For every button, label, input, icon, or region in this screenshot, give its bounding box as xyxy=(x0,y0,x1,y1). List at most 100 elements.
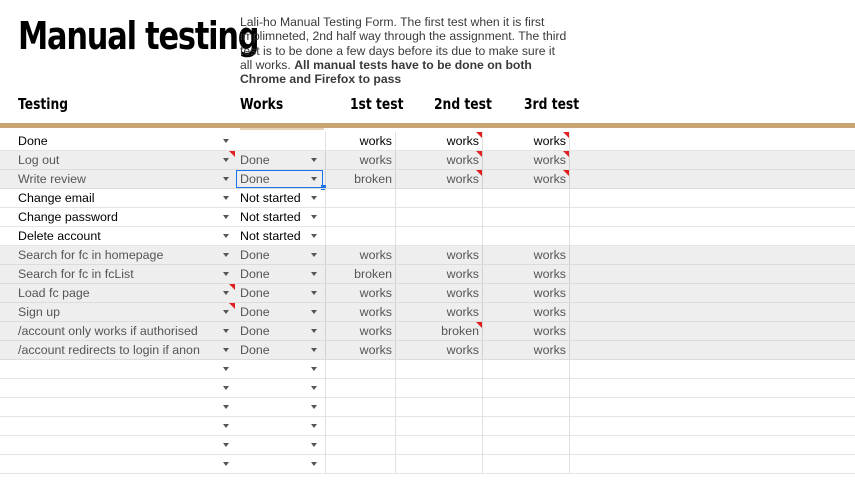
table-row[interactable] xyxy=(0,360,855,379)
chevron-down-icon[interactable] xyxy=(311,196,317,200)
test-name-cell[interactable] xyxy=(18,417,223,435)
table-row[interactable]: Change password Not started xyxy=(0,208,855,227)
chevron-down-icon[interactable] xyxy=(223,215,229,219)
table-row[interactable]: /account redirects to login if anon Done w… xyxy=(0,341,855,360)
cell-note-indicator-icon[interactable] xyxy=(229,303,235,309)
chevron-down-icon[interactable] xyxy=(223,291,229,295)
chevron-down-icon[interactable] xyxy=(223,253,229,257)
third-test-cell[interactable]: works xyxy=(482,170,566,188)
test-name-cell[interactable]: Load fc page xyxy=(18,284,223,302)
first-test-cell[interactable]: works xyxy=(325,322,392,340)
second-test-cell[interactable]: works xyxy=(395,246,479,264)
chevron-down-icon[interactable] xyxy=(311,386,317,390)
test-name-cell[interactable]: Search for fc in fcList xyxy=(18,265,223,283)
chevron-down-icon[interactable] xyxy=(311,348,317,352)
chevron-down-icon[interactable] xyxy=(311,158,317,162)
second-test-cell[interactable]: works xyxy=(395,151,479,169)
third-test-cell[interactable] xyxy=(482,436,566,454)
second-test-cell[interactable] xyxy=(395,227,479,245)
test-name-cell[interactable]: Log out xyxy=(18,151,223,169)
table-row[interactable]: Change email Not started xyxy=(0,189,855,208)
chevron-down-icon[interactable] xyxy=(223,462,229,466)
chevron-down-icon[interactable] xyxy=(223,443,229,447)
second-test-cell[interactable] xyxy=(395,436,479,454)
test-name-cell[interactable] xyxy=(18,379,223,397)
chevron-down-icon[interactable] xyxy=(223,310,229,314)
second-test-cell[interactable]: broken xyxy=(395,322,479,340)
first-test-cell[interactable] xyxy=(325,417,392,435)
first-test-cell[interactable] xyxy=(325,455,392,473)
table-row[interactable] xyxy=(0,398,855,417)
first-test-cell[interactable]: broken xyxy=(325,265,392,283)
third-test-cell[interactable]: works xyxy=(482,151,566,169)
works-status-cell[interactable] xyxy=(240,398,310,416)
chevron-down-icon[interactable] xyxy=(223,139,229,143)
first-test-cell[interactable]: works xyxy=(325,151,392,169)
works-status-cell[interactable]: Done xyxy=(240,284,310,302)
test-name-cell[interactable] xyxy=(18,398,223,416)
test-name-cell[interactable]: Search for fc in homepage xyxy=(18,246,223,264)
third-test-cell[interactable]: works xyxy=(482,265,566,283)
test-name-cell[interactable]: /account redirects to login if anon xyxy=(18,341,223,359)
first-test-cell[interactable] xyxy=(325,379,392,397)
works-status-cell[interactable]: Done xyxy=(240,341,310,359)
first-test-cell[interactable] xyxy=(325,227,392,245)
third-test-cell[interactable] xyxy=(482,208,566,226)
chevron-down-icon[interactable] xyxy=(311,367,317,371)
third-test-cell[interactable] xyxy=(482,360,566,378)
table-row[interactable] xyxy=(0,379,855,398)
second-test-cell[interactable] xyxy=(395,189,479,207)
table-row[interactable] xyxy=(0,417,855,436)
second-test-cell[interactable] xyxy=(395,360,479,378)
table-row[interactable]: Write review Done broken works works xyxy=(0,170,855,190)
works-status-cell[interactable] xyxy=(240,417,310,435)
third-test-cell[interactable] xyxy=(482,379,566,397)
first-test-cell[interactable] xyxy=(325,398,392,416)
cell-note-indicator-icon[interactable] xyxy=(229,151,235,157)
chevron-down-icon[interactable] xyxy=(311,329,317,333)
cell-note-indicator-icon[interactable] xyxy=(229,284,235,290)
table-row[interactable] xyxy=(0,436,855,455)
chevron-down-icon[interactable] xyxy=(223,158,229,162)
first-test-cell[interactable] xyxy=(325,208,392,226)
cell-note-indicator-icon[interactable] xyxy=(563,151,569,157)
chevron-down-icon[interactable] xyxy=(311,234,317,238)
table-row[interactable]: Delete account Not started xyxy=(0,227,855,246)
third-test-cell[interactable]: works xyxy=(482,322,566,340)
test-name-cell[interactable]: Sign up xyxy=(18,303,223,321)
works-status-cell[interactable]: Not started xyxy=(240,227,310,245)
first-test-cell[interactable] xyxy=(325,360,392,378)
cell-note-indicator-icon[interactable] xyxy=(563,132,569,138)
second-test-cell[interactable]: works xyxy=(395,303,479,321)
third-test-cell[interactable] xyxy=(482,227,566,245)
second-test-cell[interactable]: works xyxy=(395,170,479,188)
test-name-cell[interactable] xyxy=(18,455,223,473)
chevron-down-icon[interactable] xyxy=(223,386,229,390)
second-test-cell[interactable] xyxy=(395,379,479,397)
works-status-cell[interactable]: Not started xyxy=(240,208,310,226)
table-row[interactable]: Log out Done works works works xyxy=(0,151,855,170)
chevron-down-icon[interactable] xyxy=(311,424,317,428)
first-test-cell[interactable]: works xyxy=(325,341,392,359)
works-status-cell[interactable]: Not started xyxy=(240,189,310,207)
third-test-cell[interactable]: works xyxy=(482,246,566,264)
test-name-cell[interactable] xyxy=(18,360,223,378)
cell-note-indicator-icon[interactable] xyxy=(476,322,482,328)
second-test-cell[interactable] xyxy=(395,208,479,226)
third-test-cell[interactable]: works xyxy=(482,303,566,321)
first-test-cell[interactable]: works xyxy=(325,284,392,302)
table-row[interactable]: Sign up Done works works works xyxy=(0,303,855,322)
test-name-cell[interactable]: Done xyxy=(18,132,223,150)
second-test-cell[interactable] xyxy=(395,417,479,435)
works-status-cell[interactable]: Done xyxy=(240,322,310,340)
cell-note-indicator-icon[interactable] xyxy=(476,170,482,176)
cell-note-indicator-icon[interactable] xyxy=(563,170,569,176)
first-test-cell[interactable]: works xyxy=(325,246,392,264)
second-test-cell[interactable]: works xyxy=(395,341,479,359)
works-status-cell[interactable]: Done xyxy=(240,303,310,321)
chevron-down-icon[interactable] xyxy=(223,348,229,352)
first-test-cell[interactable]: works xyxy=(325,132,392,150)
works-status-cell[interactable]: Done xyxy=(240,246,310,264)
third-test-cell[interactable]: works xyxy=(482,132,566,150)
chevron-down-icon[interactable] xyxy=(223,405,229,409)
